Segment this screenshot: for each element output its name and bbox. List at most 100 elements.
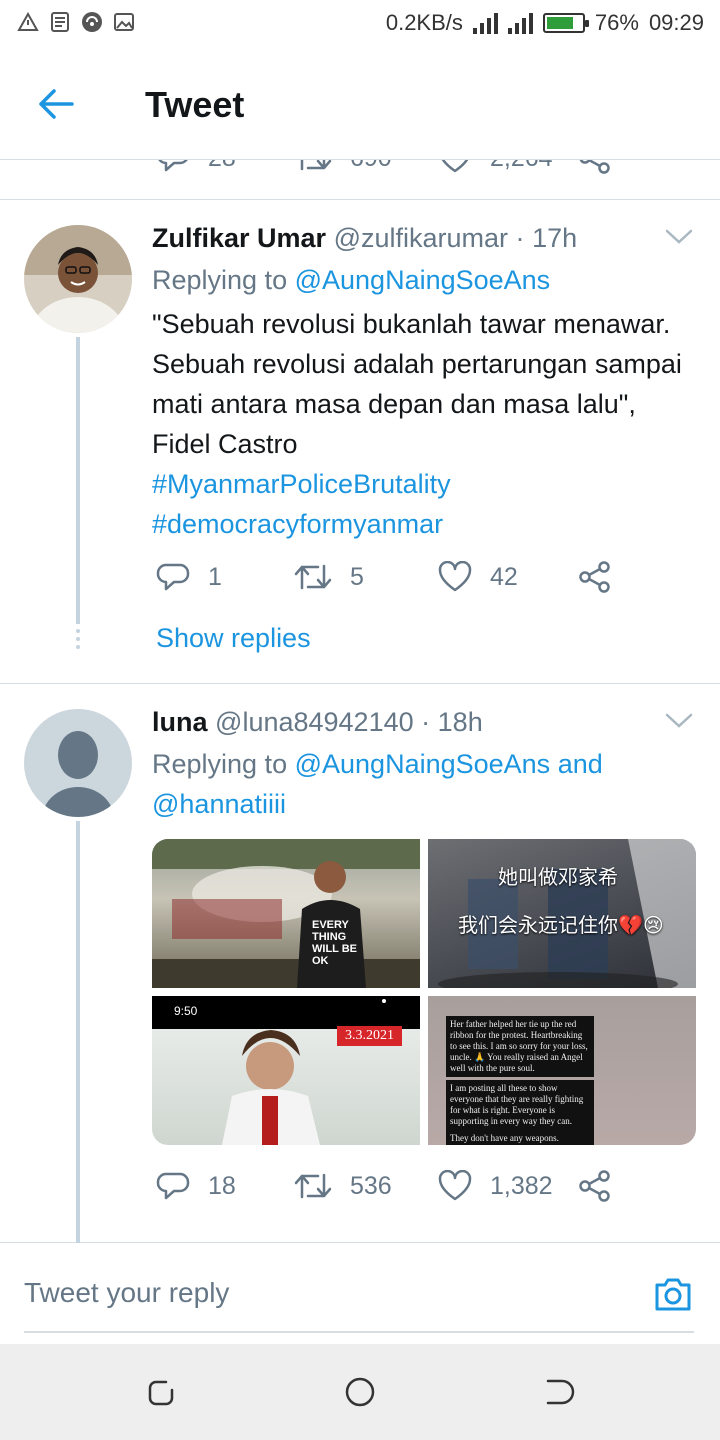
media-grid: EVERY THING WILL BE OK 她叫做邓家希 我们会永远记住你💔😢… [152,839,696,1145]
reply-icon [158,160,188,172]
thread-line [76,337,80,624]
recents-button[interactable] [144,1376,176,1408]
share-button[interactable] [578,561,612,593]
reply-button[interactable]: 28 [156,160,236,175]
share-icon [579,561,610,593]
like-button[interactable]: 42 [438,561,518,593]
like-count: 2,264 [490,160,553,173]
replying-to: Replying to @AungNaingSoeAns and @hannat… [152,744,690,824]
heart-icon [441,160,469,173]
app-header: Tweet [0,48,720,160]
back-nav-button[interactable] [544,1376,576,1408]
reply-button[interactable]: 1 [156,560,222,594]
retweet-button[interactable]: 536 [294,1171,392,1201]
tweet-time: 17h [532,223,578,253]
app-swirl-icon [80,10,104,34]
hashtag-link[interactable]: #MyanmarPoliceBrutality [152,464,690,504]
reply-count: 18 [208,1171,236,1200]
retweet-count: 536 [350,1171,392,1200]
thread-line [76,821,80,1243]
reply-icon [156,563,190,591]
tweet[interactable]: Zulfikar Umar @zulfikarumar · 17h Replyi… [0,201,720,684]
retweet-count: 5 [350,562,364,591]
avatar[interactable] [24,709,132,817]
media-photo-memorial[interactable]: 她叫做邓家希 我们会永远记住你💔😢 [428,839,696,988]
composer-divider [24,1331,694,1333]
meta-separator: · [421,707,431,737]
author-handle[interactable]: @zulfikarumar [334,223,508,253]
image-icon [112,10,136,34]
tweet-meta: luna @luna84942140 · 18h [152,706,690,738]
meta-separator: · [515,223,525,253]
replying-to-link[interactable]: @AungNaingSoeAns [295,265,551,295]
retweet-button[interactable]: 690 [294,160,392,173]
document-icon [48,10,72,34]
retweet-icon [300,160,332,171]
retweet-count: 690 [350,160,392,173]
author-name[interactable]: Zulfikar Umar [152,223,326,253]
battery-icon [542,13,589,33]
signal-icon-2 [507,12,533,34]
retweet-icon [294,1173,332,1199]
like-count: 1,382 [490,1171,553,1200]
heart-icon [438,561,472,592]
tweet-time: 18h [437,707,483,737]
retweet-button[interactable]: 5 [294,562,364,592]
hashtag-link[interactable]: #democracyformyanmar [152,504,690,544]
reply-button[interactable]: 18 [156,1169,236,1203]
show-replies-link[interactable]: Show replies [156,623,311,654]
recents-icon [148,1380,174,1406]
reply-composer: Tweet your reply [0,1243,720,1344]
home-button[interactable] [344,1376,376,1408]
signal-icon [472,12,498,34]
media-caption: EVERY THING WILL BE OK [312,919,358,967]
back-nav-icon [546,1379,575,1405]
replying-to-prefix: Replying to [152,265,288,295]
camera-button[interactable] [652,1273,694,1315]
media-photo-taekwondo[interactable]: 9:50 3.3.2021 [152,996,420,1145]
author-handle[interactable]: @luna84942140 [215,707,414,737]
thread-dots [76,629,80,649]
previous-tweet-actions: 28 690 2,264 [0,160,720,200]
retweet-icon [294,564,332,590]
reply-icon [156,1172,190,1200]
reply-input[interactable]: Tweet your reply [24,1277,229,1309]
page-title: Tweet [145,84,245,125]
tweet-meta: Zulfikar Umar @zulfikarumar · 17h [152,222,690,254]
reply-count: 1 [208,562,222,591]
share-icon [579,1170,610,1202]
media-caption: 我们会永远记住你💔😢 [458,915,664,937]
like-count: 42 [490,562,518,591]
media-photo-protest[interactable]: EVERY THING WILL BE OK [152,839,420,988]
battery-percent: 76% [594,10,639,35]
reply-count: 28 [208,160,236,173]
media-photo-text-screenshot[interactable]: Her father helped her tie up the red rib… [428,996,696,1145]
share-button[interactable] [578,1170,612,1202]
home-circle-icon [345,1377,375,1407]
back-button[interactable] [30,78,82,130]
like-button[interactable]: 1,382 [438,1170,553,1202]
media-caption: Her father helped her tie up the red rib… [446,1016,594,1077]
status-notification-icons [16,10,136,34]
share-button[interactable] [578,160,612,174]
clock: 09:29 [648,10,704,35]
camera-icon [655,1278,691,1311]
media-caption: 她叫做邓家希 [498,867,618,889]
tweet-text: "Sebuah revolusi bukanlah tawar menawar.… [152,304,690,544]
media-caption: I am posting all these to show everyone … [446,1080,594,1130]
media-caption: They don't have any weapons. [446,1130,594,1145]
author-name[interactable]: luna [152,707,208,737]
heart-icon [438,1170,472,1201]
tweet-body: "Sebuah revolusi bukanlah tawar menawar.… [152,309,682,459]
share-icon [579,160,610,174]
status-bar: 0.2KB/s 76% 09:29 [0,0,720,48]
arrow-left-icon [39,89,74,119]
system-nav-bar [0,1344,720,1440]
network-speed: 0.2KB/s [385,10,463,35]
warning-icon [16,10,40,34]
like-button[interactable]: 2,264 [438,160,553,174]
avatar[interactable] [24,225,132,333]
replying-to: Replying to @AungNaingSoeAns [152,260,690,300]
tweet[interactable]: luna @luna84942140 · 18h Replying to @Au… [0,685,720,1243]
replying-to-prefix: Replying to [152,749,288,779]
